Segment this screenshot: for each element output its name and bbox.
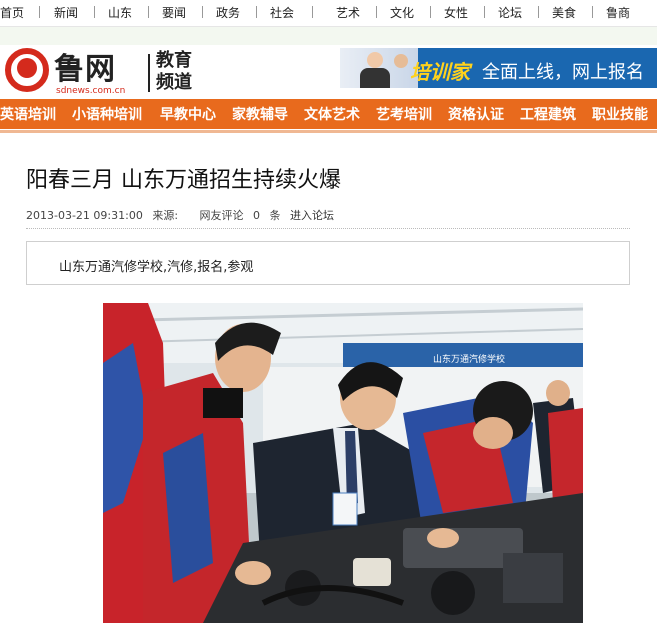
channel-nav-underline xyxy=(0,130,657,133)
article-meta: 2013-03-21 09:31:00 来源: 网友评论 0 条 进入论坛 xyxy=(26,207,334,223)
banner-person-body xyxy=(360,68,390,88)
banner-people-image xyxy=(340,48,418,88)
channel-tutoring[interactable]: 家教辅导 xyxy=(232,104,288,124)
enter-forum-link[interactable]: 进入论坛 xyxy=(290,209,334,222)
nav-separator xyxy=(148,6,149,18)
meta-divider xyxy=(26,228,630,229)
top-nav-home[interactable]: 首页 xyxy=(0,4,24,22)
channel-name: 教育频道 xyxy=(156,50,192,93)
nav-separator xyxy=(39,6,40,18)
logo-divider xyxy=(148,54,150,92)
top-nav-forum[interactable]: 论坛 xyxy=(498,4,522,22)
channel-minor-languages[interactable]: 小语种培训 xyxy=(72,104,142,124)
top-nav-news[interactable]: 新闻 xyxy=(54,4,78,22)
top-nav-society[interactable]: 社会 xyxy=(270,4,294,22)
nav-separator xyxy=(592,6,593,18)
logo-dot xyxy=(17,58,37,78)
top-nav-shandong[interactable]: 山东 xyxy=(108,4,132,22)
article-photo: 山东万通汽修学校 xyxy=(103,303,583,623)
nav-separator xyxy=(484,6,485,18)
logo-name: 鲁网 xyxy=(54,52,116,87)
article-keywords: 山东万通汽修学校,汽修,报名,参观 xyxy=(59,260,254,275)
article-title: 阳春三月 山东万通招生持续火爆 xyxy=(26,168,341,193)
top-nav-women[interactable]: 女性 xyxy=(444,4,468,22)
channel-engineering[interactable]: 工程建筑 xyxy=(520,104,576,124)
banner-ad[interactable]: 培训家 全面上线，网上报名 xyxy=(340,48,657,88)
article-datetime: 2013-03-21 09:31:00 xyxy=(26,209,143,222)
channel-nav: 英语培训 小语种培训 早教中心 家教辅导 文体艺术 艺考培训 资格认证 工程建筑… xyxy=(0,99,657,129)
nav-separator xyxy=(256,6,257,18)
top-nav-lushang[interactable]: 鲁商 xyxy=(606,4,630,22)
source-label: 来源: xyxy=(152,209,179,222)
top-nav-food[interactable]: 美食 xyxy=(552,4,576,22)
nav-separator xyxy=(94,6,95,18)
channel-vocational[interactable]: 职业技能 xyxy=(592,104,648,124)
top-nav-politics[interactable]: 政务 xyxy=(216,4,240,22)
comment-count: 0 xyxy=(253,209,261,222)
top-nav-art[interactable]: 艺术 xyxy=(336,4,360,22)
channel-early-education[interactable]: 早教中心 xyxy=(160,104,216,124)
workshop-photo-illustration: 山东万通汽修学校 xyxy=(103,303,583,623)
keywords-box: 山东万通汽修学校,汽修,报名,参观 xyxy=(26,241,630,285)
banner-brand: 培训家 xyxy=(410,60,470,84)
comment-label[interactable]: 网友评论 xyxy=(200,209,244,222)
banner-person-face xyxy=(367,52,383,68)
school-board-text: 山东万通汽修学校 xyxy=(433,353,505,365)
nav-separator xyxy=(538,6,539,18)
top-nav: 首页 新闻 山东 要闻 政务 社会 艺术 文化 女性 论坛 美食 鲁商 xyxy=(0,0,657,27)
channel-certification[interactable]: 资格认证 xyxy=(448,104,504,124)
header-band xyxy=(0,27,657,45)
channel-art-exam[interactable]: 艺考培训 xyxy=(376,104,432,124)
banner-text: 全面上线，网上报名 xyxy=(482,62,644,83)
nav-separator xyxy=(202,6,203,18)
channel-arts-sports[interactable]: 文体艺术 xyxy=(304,104,360,124)
nav-separator xyxy=(312,6,313,18)
nav-separator xyxy=(430,6,431,18)
top-nav-culture[interactable]: 文化 xyxy=(390,4,414,22)
channel-english[interactable]: 英语培训 xyxy=(0,104,56,124)
site-logo[interactable]: 鲁网 sdnews.com.cn 教育频道 xyxy=(0,46,210,100)
logo-domain: sdnews.com.cn xyxy=(56,86,126,96)
top-nav-headlines[interactable]: 要闻 xyxy=(162,4,186,22)
banner-person-face xyxy=(394,54,408,68)
nav-separator xyxy=(376,6,377,18)
comment-unit: 条 xyxy=(269,209,281,222)
